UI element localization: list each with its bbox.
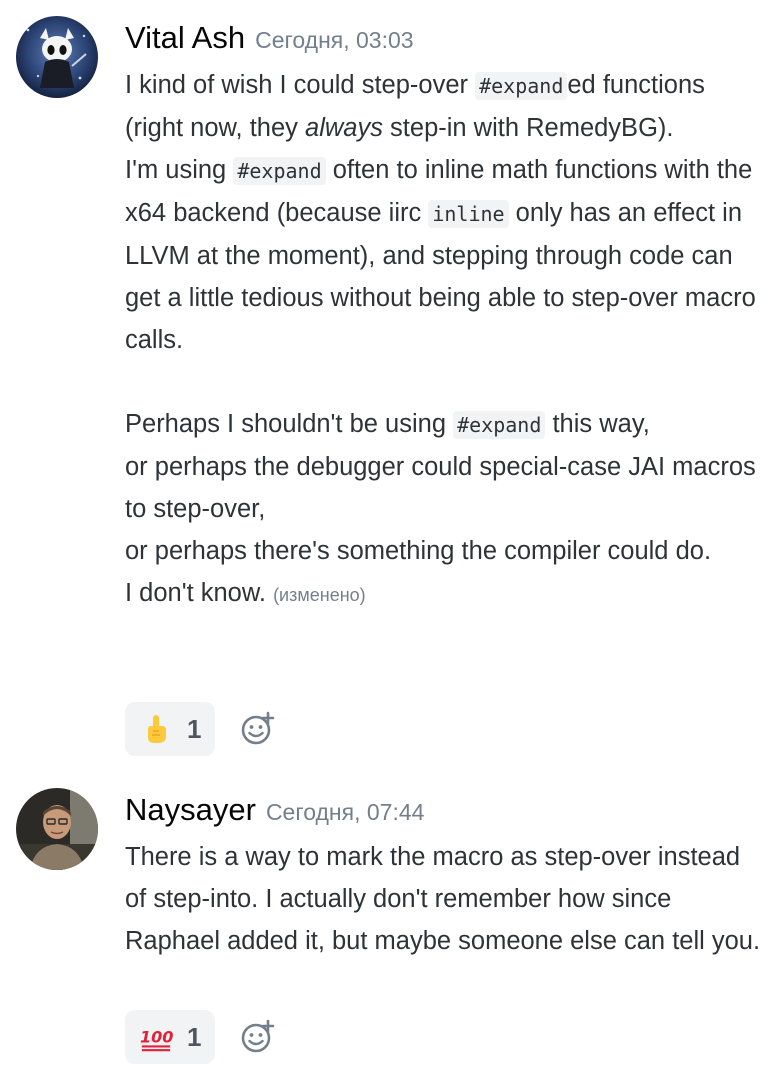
text-segment: I don't know. (125, 579, 266, 607)
text-segment: Perhaps I shouldn't be using (125, 410, 454, 438)
message-content: Vital Ash Сегодня, 03:03 I kind of wish I… (125, 20, 765, 616)
add-reaction-icon[interactable] (239, 710, 277, 748)
edited-label: (изменено) (273, 585, 366, 605)
paragraph: or perhaps there's something the compile… (125, 537, 712, 565)
text-segment: step-in with RemedyBG). (382, 114, 674, 142)
reaction-pointing-up[interactable]: 1 (125, 702, 216, 756)
paragraph: I don't know. (изменено) (125, 572, 765, 616)
pointing-up-hand-icon (139, 712, 173, 746)
inline-code: #expand (233, 157, 326, 185)
text-segment: I'm using (125, 156, 234, 184)
reactions-bar: 100 1 (125, 1010, 277, 1064)
reactions-bar: 1 (125, 702, 277, 756)
paragraph: There is a way to mark the macro as step… (125, 843, 761, 955)
text-segment: this way, (545, 410, 650, 438)
message-header: Naysayer Сегодня, 07:44 (125, 792, 765, 836)
text-segment: I kind of wish I could step-over (125, 71, 476, 99)
reaction-count: 1 (187, 1021, 202, 1052)
add-reaction-icon[interactable] (239, 1018, 277, 1056)
timestamp: Сегодня, 07:44 (265, 799, 425, 825)
paragraph: or perhaps the debugger could special-ca… (125, 453, 756, 523)
message-body: There is a way to mark the macro as step… (125, 836, 765, 962)
emphasis-text: always (305, 114, 383, 142)
avatar[interactable] (16, 788, 98, 870)
avatar-image (16, 788, 98, 870)
reaction-hundred-points[interactable]: 100 1 (125, 1010, 216, 1064)
username[interactable]: Vital Ash (125, 20, 245, 55)
paragraph: I'm using #expand often to inline math f… (125, 149, 765, 361)
message-body: I kind of wish I could step-over #expand… (125, 64, 765, 616)
svg-text:100: 100 (140, 1028, 173, 1047)
timestamp: Сегодня, 03:03 (255, 27, 414, 53)
inline-code: #expand (453, 411, 546, 439)
hundred-points-icon: 100 (139, 1020, 173, 1054)
inline-code: #expand (475, 72, 568, 100)
username[interactable]: Naysayer (125, 792, 256, 827)
paragraph: Perhaps I shouldn't be using #expand thi… (125, 403, 765, 446)
paragraph: I kind of wish I could step-over #expand… (125, 64, 765, 149)
message-header: Vital Ash Сегодня, 03:03 (125, 20, 765, 64)
reaction-count: 1 (187, 713, 202, 744)
message-content: Naysayer Сегодня, 07:44 There is a way to… (125, 792, 765, 962)
inline-code: inline (428, 200, 509, 228)
avatar-image (16, 16, 98, 98)
avatar[interactable] (16, 16, 98, 98)
